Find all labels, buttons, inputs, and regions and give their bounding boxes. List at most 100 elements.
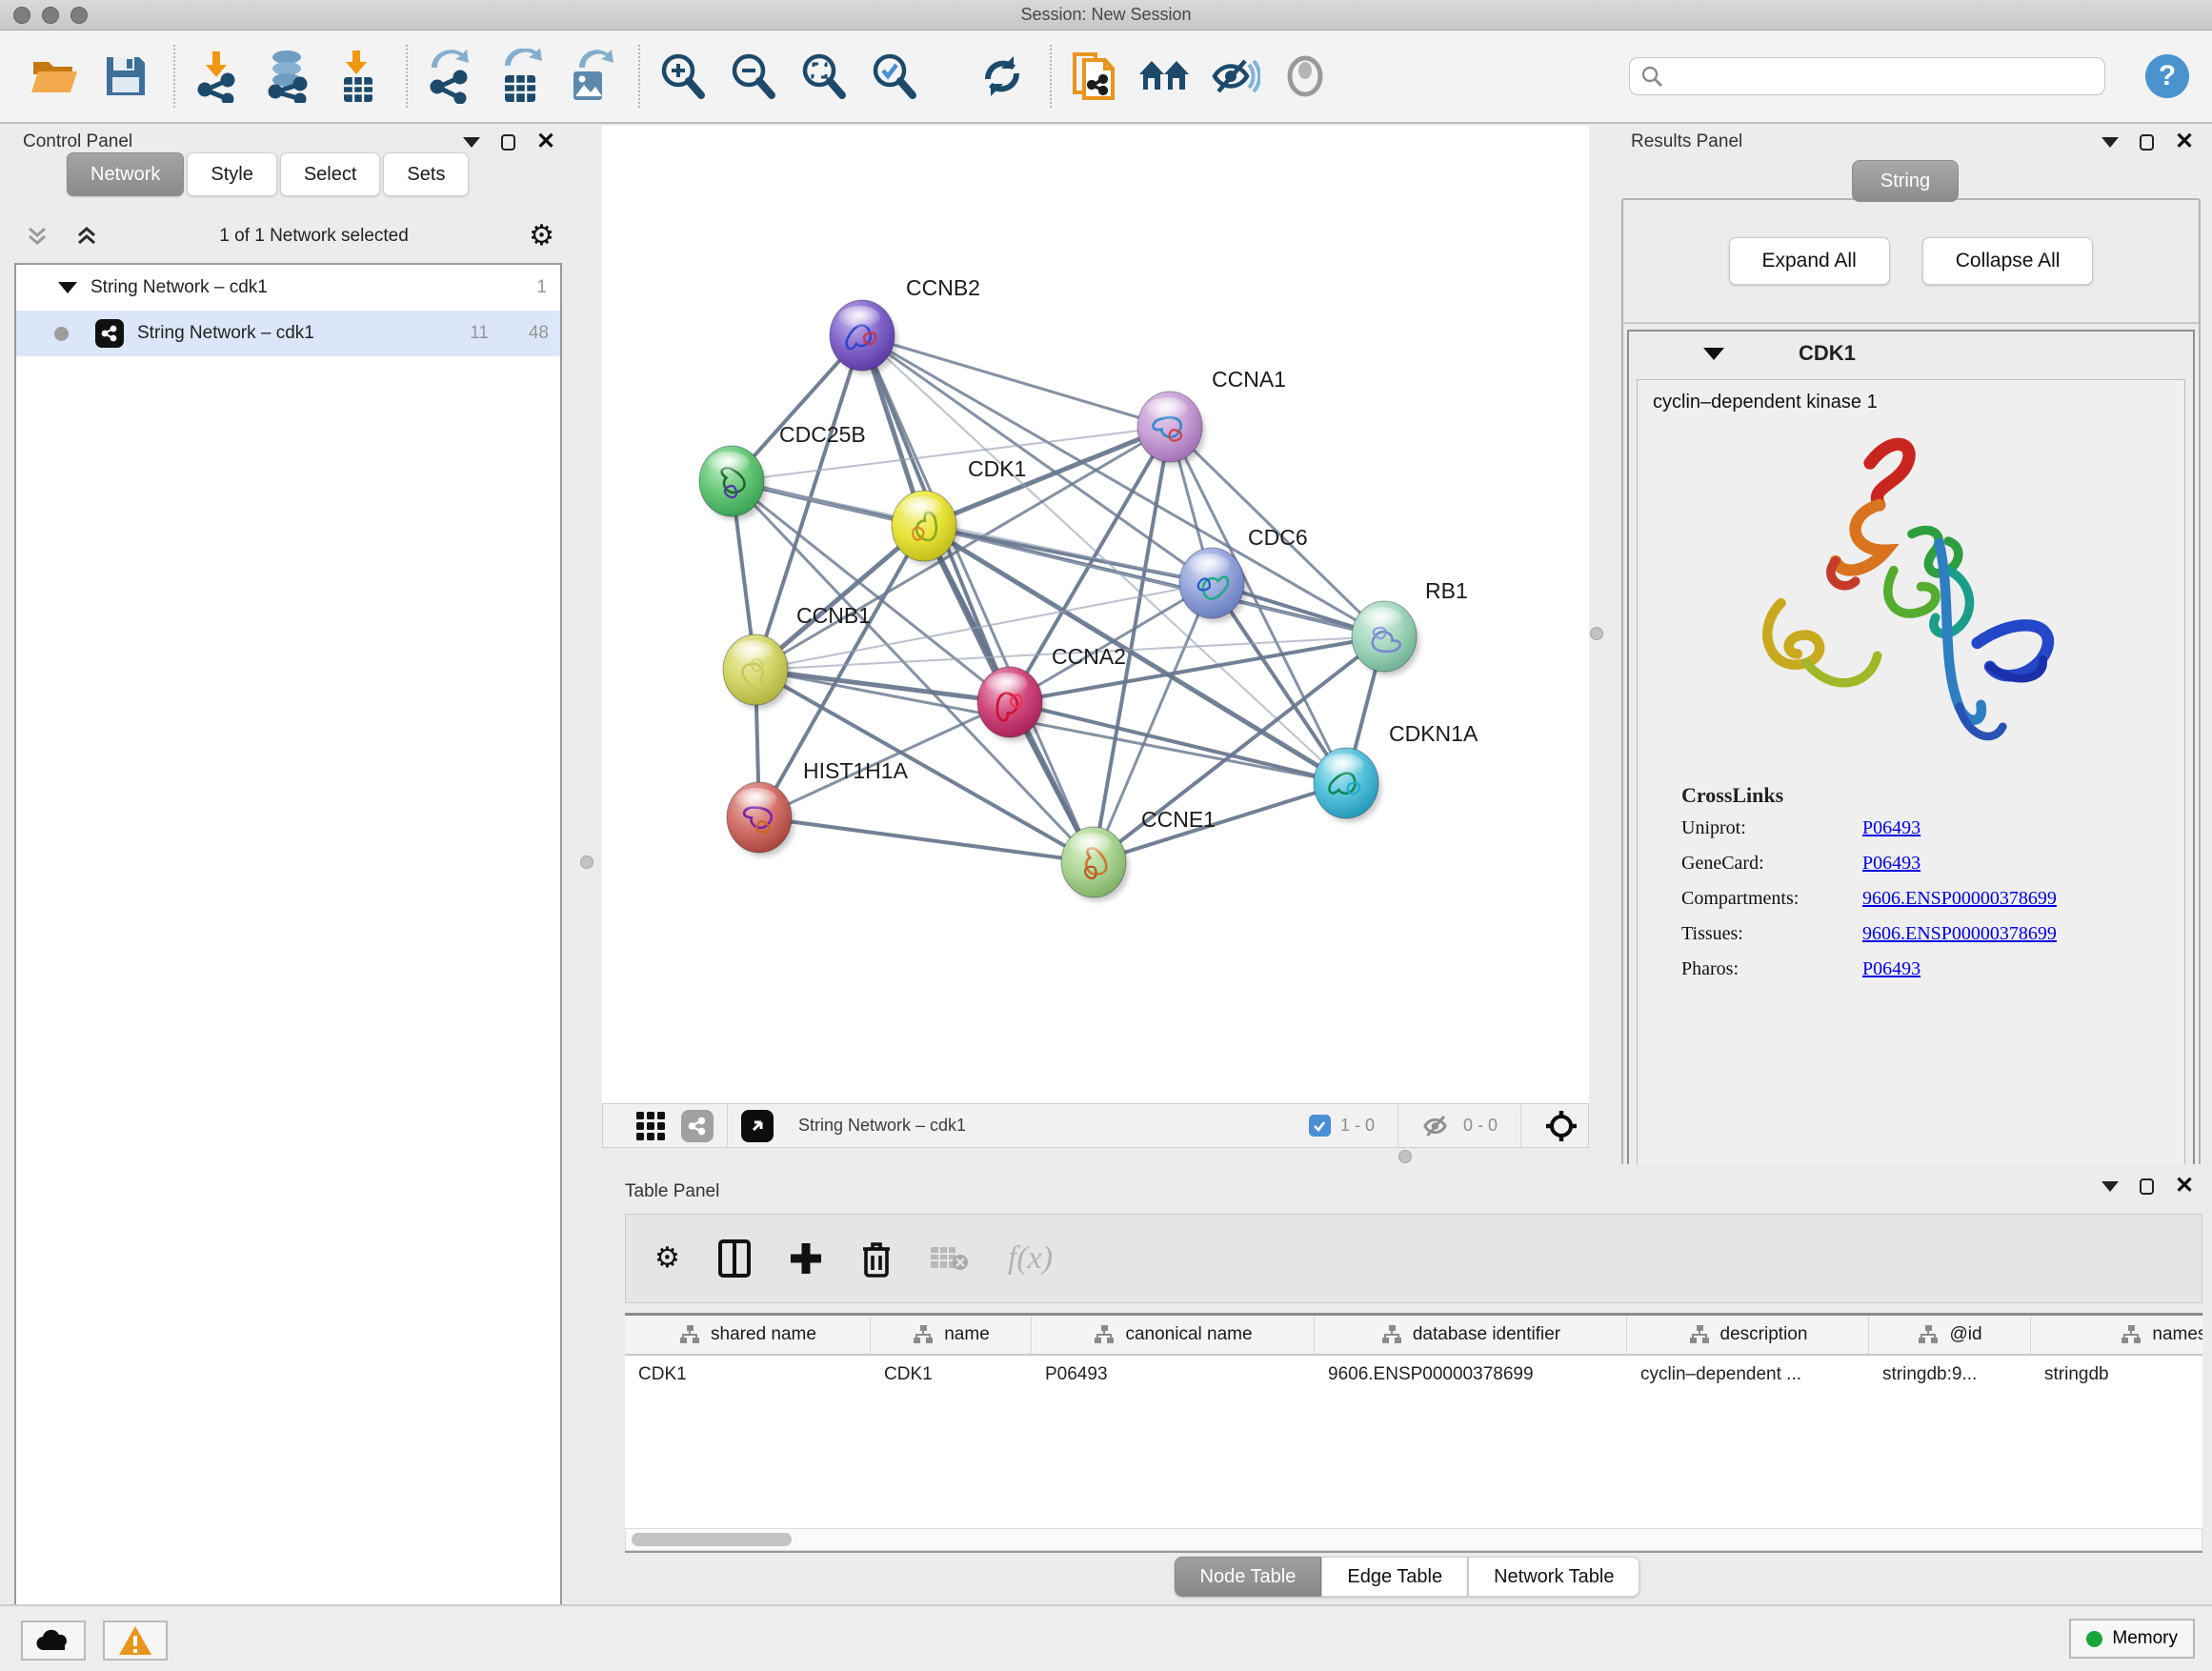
network-edge[interactable] [862, 335, 1094, 862]
panel-collapse-icon[interactable] [2101, 1181, 2119, 1192]
panel-float-icon[interactable] [2140, 1178, 2154, 1195]
table-options-gear-icon[interactable]: ⚙ [654, 1244, 680, 1273]
tab-node-table[interactable]: Node Table [1175, 1557, 1322, 1597]
network-node[interactable]: CCNA1 [1137, 367, 1286, 466]
network-edge[interactable] [1094, 783, 1346, 862]
panel-collapse-icon[interactable] [2101, 137, 2119, 148]
hide-selected-button[interactable] [1208, 47, 1261, 106]
export-table-button[interactable] [493, 47, 547, 106]
memory-button[interactable]: Memory [2069, 1619, 2195, 1659]
network-edge[interactable] [862, 335, 1170, 427]
panel-float-icon[interactable] [501, 134, 515, 151]
network-type-icon[interactable] [681, 1110, 714, 1142]
table-cell[interactable]: CDK1 [625, 1356, 871, 1394]
tab-network[interactable]: Network [67, 152, 184, 196]
save-session-button[interactable] [99, 47, 152, 106]
table-cell[interactable]: P06493 [1032, 1356, 1315, 1394]
panel-float-icon[interactable] [2140, 134, 2154, 151]
search-field[interactable] [1629, 57, 2105, 95]
left-splitter-handle[interactable] [580, 856, 593, 869]
column-header[interactable]: shared name [625, 1316, 871, 1354]
table-cell[interactable]: CDK1 [871, 1356, 1032, 1394]
scrollbar-thumb[interactable] [632, 1533, 792, 1546]
function-builder-icon[interactable]: f(x) [1008, 1240, 1053, 1277]
compartments-link[interactable]: 9606.ENSP00000378699 [1862, 888, 2057, 910]
genecard-link[interactable]: P06493 [1862, 853, 1920, 875]
table-cell[interactable]: stringdb:9... [1869, 1356, 2031, 1394]
network-collection-row[interactable]: String Network – cdk1 1 [16, 265, 560, 311]
horizontal-splitter-handle[interactable] [1398, 1150, 1412, 1163]
zoom-fit-button[interactable] [796, 47, 850, 106]
tab-sets[interactable]: Sets [383, 152, 469, 196]
show-columns-icon[interactable] [718, 1239, 751, 1278]
network-canvas[interactable]: CCNB2CCNA1CDC25BCDK1CDC6RB1CCNB1CCNA2CDK… [602, 126, 1589, 1103]
export-image-button[interactable] [564, 47, 617, 106]
column-header[interactable]: name [871, 1316, 1032, 1354]
collapse-all-button[interactable]: Collapse All [1922, 237, 2094, 285]
warnings-button[interactable] [103, 1621, 168, 1661]
node-table[interactable]: shared namenamecanonical namedatabase id… [625, 1313, 2202, 1553]
column-header[interactable]: namespace [2031, 1316, 2202, 1354]
import-network-button[interactable] [191, 47, 244, 106]
network-node[interactable]: HIST1H1A [727, 758, 909, 856]
refresh-view-button[interactable] [975, 47, 1029, 106]
collection-expand-caret-icon[interactable] [58, 282, 77, 293]
zoom-selected-button[interactable] [867, 47, 920, 106]
search-input[interactable] [1664, 66, 2074, 88]
tab-style[interactable]: Style [187, 152, 276, 196]
tab-string[interactable]: String [1852, 160, 1959, 202]
panel-close-icon[interactable]: ✕ [2175, 1178, 2194, 1195]
export-network-button[interactable] [423, 47, 476, 106]
open-session-button[interactable] [29, 47, 82, 106]
network-options-gear-icon[interactable]: ⚙ [529, 222, 554, 251]
column-header[interactable]: database identifier [1315, 1316, 1627, 1354]
share-network-button[interactable] [1067, 47, 1120, 106]
pharos-link[interactable]: P06493 [1862, 958, 1920, 980]
network-node[interactable]: RB1 [1352, 578, 1468, 675]
home-layout-button[interactable] [1137, 47, 1191, 106]
network-edge[interactable] [755, 670, 1010, 702]
panel-collapse-icon[interactable] [463, 137, 480, 148]
network-edge[interactable] [759, 817, 1094, 862]
column-header[interactable]: @id [1869, 1316, 2031, 1354]
import-database-button[interactable] [261, 47, 314, 106]
table-cell[interactable]: 9606.ENSP00000378699 [1315, 1356, 1627, 1394]
create-column-icon[interactable] [789, 1241, 823, 1276]
collapse-all-icon[interactable] [25, 224, 50, 249]
pan-crosshair-icon[interactable] [1544, 1109, 1579, 1143]
gene-collapse-caret-icon[interactable] [1703, 348, 1724, 360]
tab-network-table[interactable]: Network Table [1468, 1557, 1639, 1597]
help-button[interactable]: ? [2145, 54, 2189, 98]
delete-table-icon[interactable] [930, 1243, 970, 1274]
column-header[interactable]: description [1627, 1316, 1869, 1354]
grid-view-icon[interactable] [635, 1111, 666, 1141]
delete-column-icon[interactable] [861, 1239, 892, 1278]
panel-close-icon[interactable]: ✕ [2175, 133, 2194, 151]
uniprot-link[interactable]: P06493 [1862, 817, 1920, 839]
table-row[interactable]: CDK1CDK1P064939606.ENSP00000378699cyclin… [625, 1356, 2202, 1394]
network-node[interactable]: CDKN1A [1314, 721, 1478, 822]
tab-select[interactable]: Select [280, 152, 381, 196]
cloud-status-button[interactable] [21, 1621, 86, 1661]
tissues-link[interactable]: 9606.ENSP00000378699 [1862, 923, 2057, 945]
tab-edge-table[interactable]: Edge Table [1321, 1557, 1468, 1597]
network-node[interactable]: CCNE1 [1061, 807, 1216, 901]
gene-header[interactable]: CDK1 [1629, 332, 2193, 375]
selected-checkbox[interactable] [1309, 1115, 1331, 1137]
table-horizontal-scrollbar[interactable] [625, 1528, 2202, 1551]
zoom-out-button[interactable] [726, 47, 779, 106]
table-cell[interactable]: stringdb [2031, 1356, 2202, 1394]
column-header[interactable]: canonical name [1032, 1316, 1315, 1354]
show-hidden-button[interactable] [1278, 47, 1332, 106]
table-cell[interactable]: cyclin–dependent ... [1627, 1356, 1869, 1394]
zoom-in-button[interactable] [655, 47, 709, 106]
right-splitter-handle[interactable] [1590, 627, 1603, 640]
birdseye-toggle-icon[interactable] [741, 1110, 774, 1142]
network-row-selected[interactable]: String Network – cdk1 11 48 [16, 311, 560, 356]
import-table-button[interactable] [332, 47, 385, 106]
expand-all-icon[interactable] [74, 224, 99, 249]
expand-all-button[interactable]: Expand All [1729, 237, 1890, 285]
network-edge[interactable] [862, 335, 1384, 636]
panel-close-icon[interactable]: ✕ [536, 133, 555, 151]
network-edge[interactable] [1010, 702, 1346, 783]
